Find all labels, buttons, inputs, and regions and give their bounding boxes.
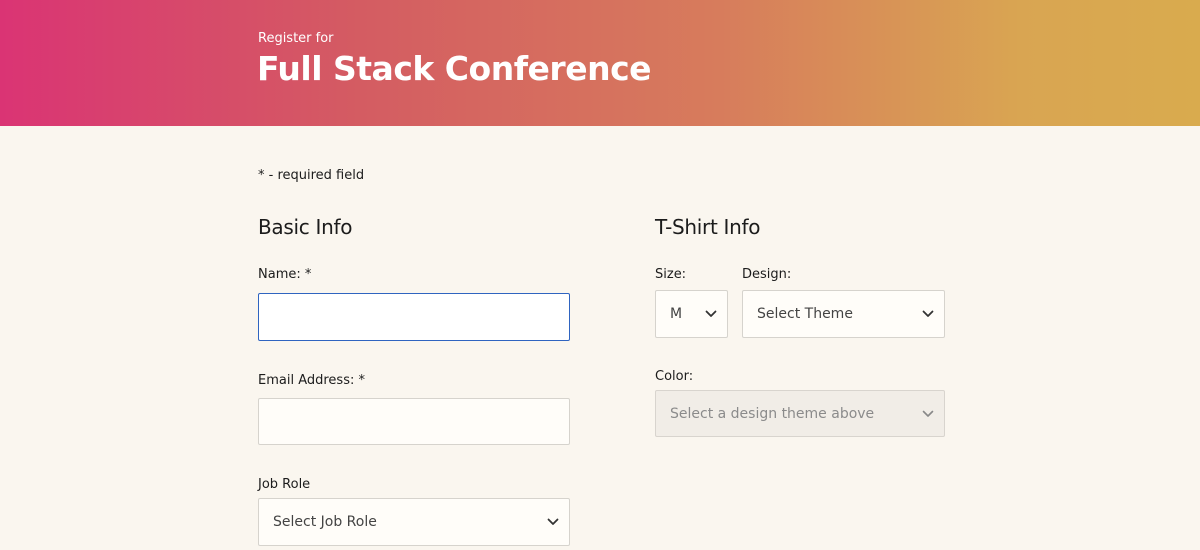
size-select[interactable]: M bbox=[655, 290, 728, 338]
job-role-selected-value: Select Job Role bbox=[273, 514, 377, 530]
tshirt-info-heading: T-Shirt Info bbox=[655, 215, 761, 239]
page-header: Register for Full Stack Conference bbox=[0, 0, 1200, 126]
chevron-down-icon bbox=[922, 310, 934, 317]
chevron-down-icon bbox=[922, 410, 934, 417]
header-subtitle: Register for bbox=[258, 31, 334, 46]
design-selected-value: Select Theme bbox=[757, 306, 853, 322]
job-role-label: Job Role bbox=[258, 477, 311, 492]
chevron-down-icon bbox=[547, 518, 559, 525]
design-label: Design: bbox=[742, 267, 792, 282]
job-role-select[interactable]: Select Job Role bbox=[258, 498, 570, 546]
name-label: Name: * bbox=[258, 267, 312, 282]
size-label: Size: bbox=[655, 267, 687, 282]
design-select[interactable]: Select Theme bbox=[742, 290, 945, 338]
required-field-note: * - required field bbox=[258, 168, 365, 183]
page-title: Full Stack Conference bbox=[257, 49, 652, 88]
color-selected-value: Select a design theme above bbox=[670, 406, 875, 422]
basic-info-heading: Basic Info bbox=[258, 215, 353, 239]
size-selected-value: M bbox=[670, 306, 683, 322]
email-input[interactable] bbox=[258, 398, 570, 445]
email-label: Email Address: * bbox=[258, 373, 365, 388]
name-input[interactable] bbox=[258, 293, 570, 341]
chevron-down-icon bbox=[705, 310, 717, 317]
color-select[interactable]: Select a design theme above bbox=[655, 390, 945, 437]
color-label: Color: bbox=[655, 369, 694, 384]
